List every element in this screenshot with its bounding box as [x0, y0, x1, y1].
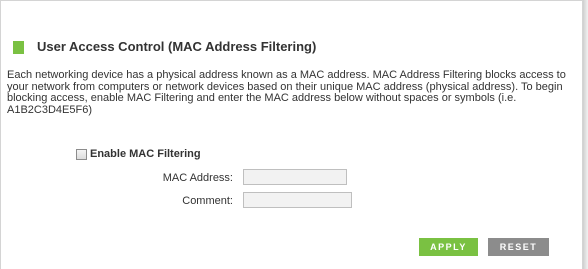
enable-mac-filtering-row[interactable]: Enable MAC Filtering: [76, 148, 201, 160]
mac-address-label: MAC Address:: [162, 172, 233, 184]
comment-label: Comment:: [182, 195, 233, 207]
section-title: User Access Control (MAC Address Filteri…: [37, 39, 317, 54]
section-header: User Access Control (MAC Address Filteri…: [13, 40, 316, 54]
comment-input[interactable]: [243, 192, 352, 208]
enable-mac-filtering-label: Enable MAC Filtering: [90, 148, 201, 160]
apply-button[interactable]: APPLY: [419, 238, 478, 256]
reset-button[interactable]: RESET: [488, 238, 549, 256]
panel-shadow: [583, 0, 588, 269]
section-description: Each networking device has a physical ad…: [7, 69, 566, 116]
enable-mac-filtering-checkbox[interactable]: [76, 148, 87, 160]
mac-address-input[interactable]: [243, 169, 347, 185]
title-marker-icon: [13, 40, 24, 54]
